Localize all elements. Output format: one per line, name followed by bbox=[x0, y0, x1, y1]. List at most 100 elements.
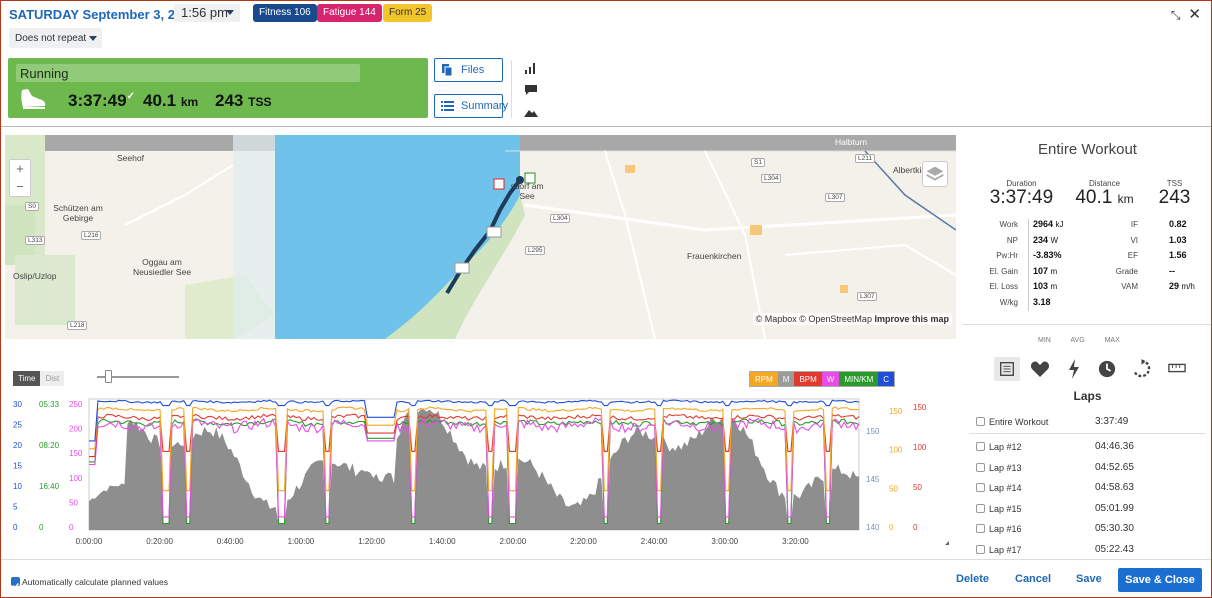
map-road-label: S1 bbox=[751, 158, 765, 167]
divider bbox=[511, 60, 512, 118]
smoothing-slider-handle[interactable] bbox=[105, 370, 112, 383]
route-map[interactable]: Seehof Schützen am Gebirge Oggau am Neus… bbox=[5, 135, 956, 339]
time-select[interactable]: 1:56 pm bbox=[174, 4, 240, 22]
legend-item[interactable]: W bbox=[821, 372, 840, 386]
workout-title-input[interactable]: Running bbox=[16, 64, 360, 82]
zoom-out-button[interactable]: − bbox=[10, 178, 30, 196]
x-tick-label: 0:40:00 bbox=[217, 537, 244, 546]
save-button[interactable]: Save bbox=[1076, 573, 1102, 585]
completed-check-icon: ✓ bbox=[126, 91, 135, 102]
metric-number: 107 bbox=[1033, 265, 1049, 276]
map-town: Oslip/Uzlop bbox=[13, 271, 57, 281]
metric-value: 29 m/h bbox=[1169, 281, 1195, 291]
elevation-icon[interactable] bbox=[524, 106, 538, 118]
workout-chart[interactable]: 30252015105005:3308:2016:400250200150100… bbox=[1, 396, 956, 551]
zoom-in-button[interactable]: + bbox=[10, 160, 30, 178]
lap-row[interactable]: Lap #12 04:46.36 bbox=[969, 437, 1205, 457]
y-tick-label: 100 bbox=[889, 446, 903, 455]
min-avg-max-header: MIN AVG MAX bbox=[1038, 337, 1120, 344]
lap-time: 05:30.30 bbox=[1095, 523, 1134, 534]
resize-handle-icon bbox=[945, 541, 949, 545]
lap-name: Lap #17 bbox=[989, 544, 1022, 555]
y-tick-label: 0 bbox=[913, 523, 918, 532]
lap-time: 05:01.99 bbox=[1095, 502, 1134, 514]
map-road-label: L216 bbox=[81, 231, 102, 240]
lap-time: 3:37:49 bbox=[1095, 416, 1129, 427]
lap-time: 04:46.36 bbox=[1095, 441, 1134, 452]
lap-checkbox[interactable] bbox=[976, 442, 985, 451]
comment-icon[interactable] bbox=[524, 84, 538, 96]
ruler-icon[interactable] bbox=[1168, 362, 1186, 374]
chevron-down-icon bbox=[226, 10, 234, 15]
x-tick-label: 0:20:00 bbox=[146, 537, 173, 546]
x-tick-label: 1:00:00 bbox=[288, 537, 315, 546]
lap-row-entire[interactable]: Entire Workout 3:37:49 bbox=[969, 412, 1205, 432]
lap-time: 05:22.43 bbox=[1095, 543, 1134, 555]
y-tick-label: 50 bbox=[69, 498, 78, 507]
x-tick-label: 1:20:00 bbox=[358, 537, 385, 546]
delete-button[interactable]: Delete bbox=[956, 573, 989, 585]
stats-panel: Entire Workout Duration 3:37:49 Distance 4… bbox=[962, 127, 1211, 347]
auto-calc-checkbox[interactable] bbox=[11, 577, 20, 589]
lap-checkbox[interactable] bbox=[976, 524, 985, 533]
map-attribution: © Mapbox © OpenStreetMap Improve this ma… bbox=[752, 313, 952, 325]
close-icon[interactable]: ✕ bbox=[1188, 6, 1201, 23]
x-tick-label: 2:20:00 bbox=[570, 537, 597, 546]
clock-icon[interactable] bbox=[1098, 360, 1116, 378]
y-tick-label: 100 bbox=[913, 443, 927, 452]
workout-dialog: SATURDAY September 3, 2022 1:56 pm Fitne… bbox=[0, 0, 1212, 598]
lap-checkbox[interactable] bbox=[976, 417, 985, 426]
metric-value: 0.82 bbox=[1169, 219, 1187, 229]
legend-item[interactable]: BPM bbox=[794, 372, 822, 386]
distance-unit: km bbox=[180, 95, 199, 109]
cancel-button[interactable]: Cancel bbox=[1015, 573, 1051, 585]
legend-item[interactable]: RPM bbox=[750, 372, 778, 386]
heart-icon[interactable] bbox=[1030, 360, 1050, 378]
map-town: Schützen am Gebirge bbox=[53, 203, 103, 223]
footer-separator bbox=[1, 559, 1211, 560]
lap-row[interactable]: Lap #14 04:58.63 bbox=[969, 478, 1205, 498]
lap-checkbox[interactable] bbox=[976, 483, 985, 492]
lap-checkbox[interactable] bbox=[976, 544, 985, 554]
auto-calc-label: Automatically calculate planned values bbox=[22, 577, 169, 587]
fitness-badge: Fitness 106 bbox=[253, 4, 317, 22]
lap-row[interactable]: Lap #16 05:30.30 bbox=[969, 519, 1205, 539]
files-button[interactable]: Files bbox=[434, 58, 503, 82]
map-town: Halbturn bbox=[835, 137, 868, 147]
lap-row[interactable]: Lap #13 04:52.65 bbox=[969, 458, 1205, 478]
laps-tab[interactable] bbox=[994, 357, 1020, 381]
stat-value: 3:37:49 bbox=[989, 187, 1054, 208]
legend-item[interactable]: M bbox=[777, 372, 795, 386]
lap-row[interactable]: Lap #15 05:01.99 bbox=[969, 499, 1205, 519]
lap-time: 04:52.65 bbox=[1095, 461, 1134, 473]
metric-label: NP bbox=[1006, 235, 1018, 245]
lap-name: Entire Workout bbox=[989, 417, 1049, 427]
collapse-icon[interactable]: ⤡ bbox=[1171, 8, 1181, 22]
workout-summary-card: Running 3:37:49✓ 40.1 km 243 TSS bbox=[8, 58, 428, 118]
legend-item[interactable]: C bbox=[878, 372, 895, 386]
lap-row[interactable]: Lap #17 05:22.43 bbox=[969, 540, 1205, 560]
save-close-button[interactable]: Save & Close bbox=[1118, 568, 1202, 592]
map-zoom-controls: + − bbox=[9, 159, 31, 197]
dist-toggle-button[interactable]: Dist bbox=[40, 371, 65, 386]
metric-value: -- bbox=[1169, 266, 1175, 276]
cadence-icon[interactable] bbox=[1132, 359, 1151, 378]
form-badge: Form 25 bbox=[383, 4, 433, 22]
distance-value: 40.1 bbox=[143, 91, 177, 110]
lightning-icon[interactable] bbox=[1068, 359, 1080, 379]
metric-label: El. Loss bbox=[989, 282, 1018, 291]
map-layers-button[interactable] bbox=[922, 161, 948, 187]
summary-button[interactable]: Summary bbox=[434, 94, 508, 118]
map-town: Seehof bbox=[117, 153, 144, 163]
metric-number: 1.56 bbox=[1169, 250, 1187, 260]
legend-item[interactable]: MIN/KM bbox=[839, 372, 879, 386]
repeat-select[interactable]: Does not repeat bbox=[9, 28, 102, 48]
map-road-label: L313 bbox=[25, 236, 46, 245]
summary-label: Summary bbox=[461, 100, 509, 112]
attribution-text: © Mapbox © OpenStreetMap bbox=[755, 314, 872, 324]
time-toggle-button[interactable]: Time bbox=[13, 371, 41, 386]
improve-map-link[interactable]: Improve this map bbox=[874, 314, 949, 324]
bar-chart-icon[interactable] bbox=[524, 62, 538, 74]
lap-checkbox[interactable] bbox=[976, 462, 985, 472]
lap-checkbox[interactable] bbox=[976, 503, 985, 513]
